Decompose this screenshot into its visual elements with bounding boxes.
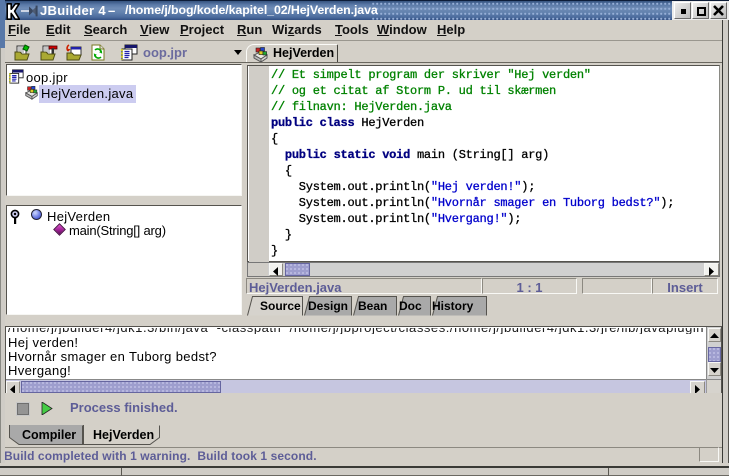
svg-text:Bean: Bean [358, 299, 387, 313]
svg-text:Source: Source [260, 299, 301, 313]
svg-text:Design: Design [308, 299, 348, 313]
svg-text:HejVerden: HejVerden [93, 428, 154, 442]
svg-text:Doc: Doc [399, 299, 422, 313]
svg-text:History: History [432, 299, 474, 313]
svg-text:Compiler: Compiler [22, 428, 76, 442]
